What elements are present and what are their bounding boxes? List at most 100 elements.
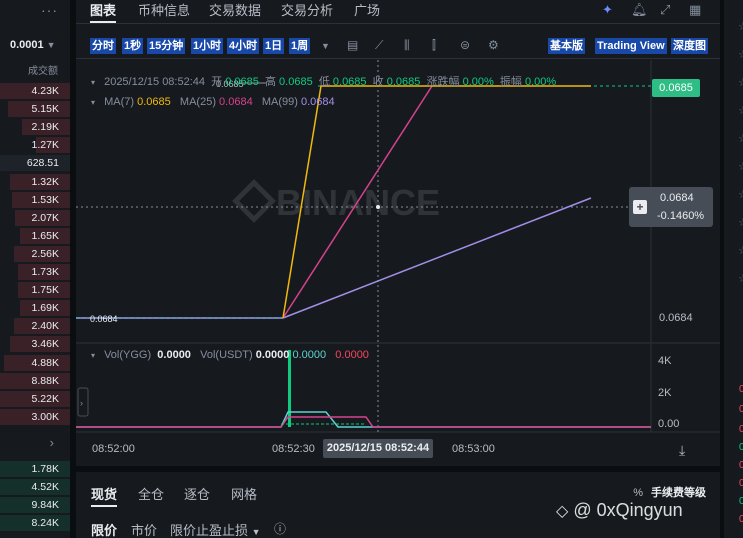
ask-row[interactable]: 4.88K <box>0 354 70 372</box>
interval-1s[interactable]: 1秒 <box>122 38 144 54</box>
ma7-value: 0.0685 <box>137 96 171 108</box>
ask-volume: 2.40K <box>31 320 59 333</box>
vol-tick-2k: 2K <box>658 387 672 399</box>
star-icon[interactable]: ☆ <box>738 48 743 61</box>
star-icon[interactable]: ☆ <box>738 76 743 89</box>
expand-icon[interactable]: ⤢ <box>660 2 670 18</box>
tab-cross[interactable]: 全仓 <box>138 484 164 503</box>
sparkle-icon[interactable]: ✦ <box>602 2 613 18</box>
ask-row[interactable]: 3.00K <box>0 408 70 426</box>
more-menu-icon[interactable]: ··· <box>41 2 58 18</box>
chart-toolbar: 分时 1秒 15分钟 1小时 4小时 1日 1周 ▼ ▤ ⟋ ⫼ ⫿ ⊜ ⚙ 基… <box>76 33 720 59</box>
grid-icon[interactable]: ▦ <box>689 2 701 18</box>
star-icon[interactable]: ☆ <box>738 188 743 201</box>
bid-row[interactable]: 8.24K <box>0 514 70 532</box>
ask-row[interactable]: 2.56K <box>0 245 70 263</box>
vol-usdt-value: 0.0000 <box>255 349 290 361</box>
tab-spot[interactable]: 现货 <box>91 484 118 507</box>
bid-row[interactable]: 9.84K <box>0 496 70 514</box>
ask-row[interactable]: 5.15K <box>0 100 70 118</box>
list-item: 0 <box>739 424 743 435</box>
ask-row[interactable]: 2.07K <box>0 209 70 227</box>
vol-ma-value: 0.0000 <box>292 349 327 361</box>
ask-volume: 3.00K <box>31 410 59 423</box>
tab-trade-data[interactable]: 交易数据 <box>209 0 261 19</box>
calendar-icon[interactable]: ▤ <box>347 38 358 52</box>
ohlc-open: 0.0685 <box>225 76 259 88</box>
ask-row[interactable]: 4.23K <box>0 82 70 100</box>
ask-row[interactable]: 2.19K <box>0 118 70 136</box>
interval-15m[interactable]: 15分钟 <box>147 38 186 54</box>
ask-row[interactable]: 1.65K <box>0 227 70 245</box>
ask-row[interactable]: 1.75K <box>0 281 70 299</box>
chart-canvas: BINANCE 0.0684 0.0685 › ⤓ <box>76 60 720 458</box>
fee-tier-link[interactable]: % 手续费等级 <box>633 484 706 500</box>
ma-info: ▾ MA(7) 0.0685 MA(25) 0.0684 MA(99) 0.06… <box>91 96 335 108</box>
ohlc-amp: 0.00% <box>524 76 557 88</box>
order-type-market[interactable]: 市价 <box>131 520 157 538</box>
ask-volume: 1.75K <box>31 284 59 297</box>
precision-select[interactable]: 0.0001 ▼ <box>10 39 56 51</box>
order-type-limit[interactable]: 限价 <box>91 520 117 538</box>
settings-icon[interactable]: ⚙ <box>488 38 499 52</box>
star-icon[interactable]: ☆ <box>738 244 743 257</box>
ask-row[interactable]: 628.51 <box>0 154 70 172</box>
ask-row[interactable]: 8.88K <box>0 372 70 390</box>
chart-top-nav: 图表 币种信息 交易数据 交易分析 广场 ✦ 🔔︎ ⤢ ▦ <box>76 0 720 24</box>
star-icon[interactable]: ☆ <box>738 104 743 117</box>
ask-row[interactable]: 1.32K <box>0 173 70 191</box>
info-icon[interactable]: ⓘ <box>274 520 286 537</box>
price-chart[interactable]: BINANCE 0.0684 0.0685 › ⤓ ▾ 2025/12/15 0… <box>76 60 720 460</box>
right-panel-edge: ☆ ☆ ☆ ☆ ☆ ☆ ☆ ☆ ☆ ☆ 0 0 0 0 0 0 0 0 <box>724 0 743 538</box>
chevron-right-icon[interactable]: › <box>50 435 54 450</box>
tab-trade-analysis[interactable]: 交易分析 <box>281 0 333 19</box>
indicator-icon[interactable]: ⊜ <box>460 38 470 52</box>
logo-icon: ◇ <box>556 503 569 520</box>
star-icon[interactable]: ☆ <box>738 20 743 33</box>
bid-row[interactable]: 4.52K <box>0 478 70 496</box>
star-icon[interactable]: ☆ <box>738 160 743 173</box>
interval-1h[interactable]: 1小时 <box>191 38 224 54</box>
chevron-down-icon: ▼ <box>251 527 261 537</box>
tab-isolated[interactable]: 逐仓 <box>184 484 210 503</box>
interval-time[interactable]: 分时 <box>90 38 116 54</box>
bid-volume: 8.24K <box>31 517 59 529</box>
interval-1d[interactable]: 1日 <box>263 38 285 54</box>
ask-row[interactable]: 3.46K <box>0 335 70 353</box>
add-alert-icon[interactable]: + <box>633 200 647 214</box>
ask-row[interactable]: 1.69K <box>0 299 70 317</box>
ask-volume: 1.27K <box>31 139 59 152</box>
bid-volume: 1.78K <box>31 463 59 475</box>
crosshair-change: -0.1460% <box>657 210 705 222</box>
ask-volume: 8.88K <box>31 374 59 387</box>
interval-1w[interactable]: 1周 <box>289 38 311 54</box>
ask-volume: 1.32K <box>31 175 59 188</box>
order-type-stop-limit[interactable]: 限价止盈止损 ▼ <box>170 520 261 538</box>
ask-row[interactable]: 2.40K <box>0 317 70 335</box>
candle-icon[interactable]: ⫼ <box>404 38 410 53</box>
line-chart-icon[interactable]: ⟋ <box>375 38 383 53</box>
ask-row[interactable]: 5.22K <box>0 390 70 408</box>
interval-more-caret[interactable]: ▼ <box>321 41 330 51</box>
view-tradingview[interactable]: Trading View <box>595 38 667 54</box>
percent-icon: % <box>633 487 643 499</box>
bell-icon[interactable]: 🔔︎ <box>631 2 648 18</box>
ohlc-high: 0.0685 <box>279 76 313 88</box>
bid-row[interactable]: 1.78K <box>0 460 70 478</box>
ask-row[interactable]: 1.73K <box>0 263 70 281</box>
view-basic[interactable]: 基本版 <box>548 38 585 54</box>
tab-grid[interactable]: 网格 <box>231 484 257 503</box>
star-icon[interactable]: ☆ <box>738 216 743 229</box>
ask-row[interactable]: 1.27K <box>0 136 70 154</box>
list-item: 0 <box>739 478 743 489</box>
ask-row[interactable]: 1.53K <box>0 191 70 209</box>
tab-chart[interactable]: 图表 <box>90 0 117 23</box>
candlestick-icon[interactable]: ⫿ <box>432 38 436 53</box>
crosshair-price: 0.0684 <box>660 192 694 204</box>
interval-4h[interactable]: 4小时 <box>227 38 260 54</box>
tab-square[interactable]: 广场 <box>354 0 380 19</box>
tab-coin-info[interactable]: 币种信息 <box>138 0 190 19</box>
star-icon[interactable]: ☆ <box>738 272 743 285</box>
view-depth[interactable]: 深度图 <box>671 38 708 54</box>
star-icon[interactable]: ☆ <box>738 132 743 145</box>
